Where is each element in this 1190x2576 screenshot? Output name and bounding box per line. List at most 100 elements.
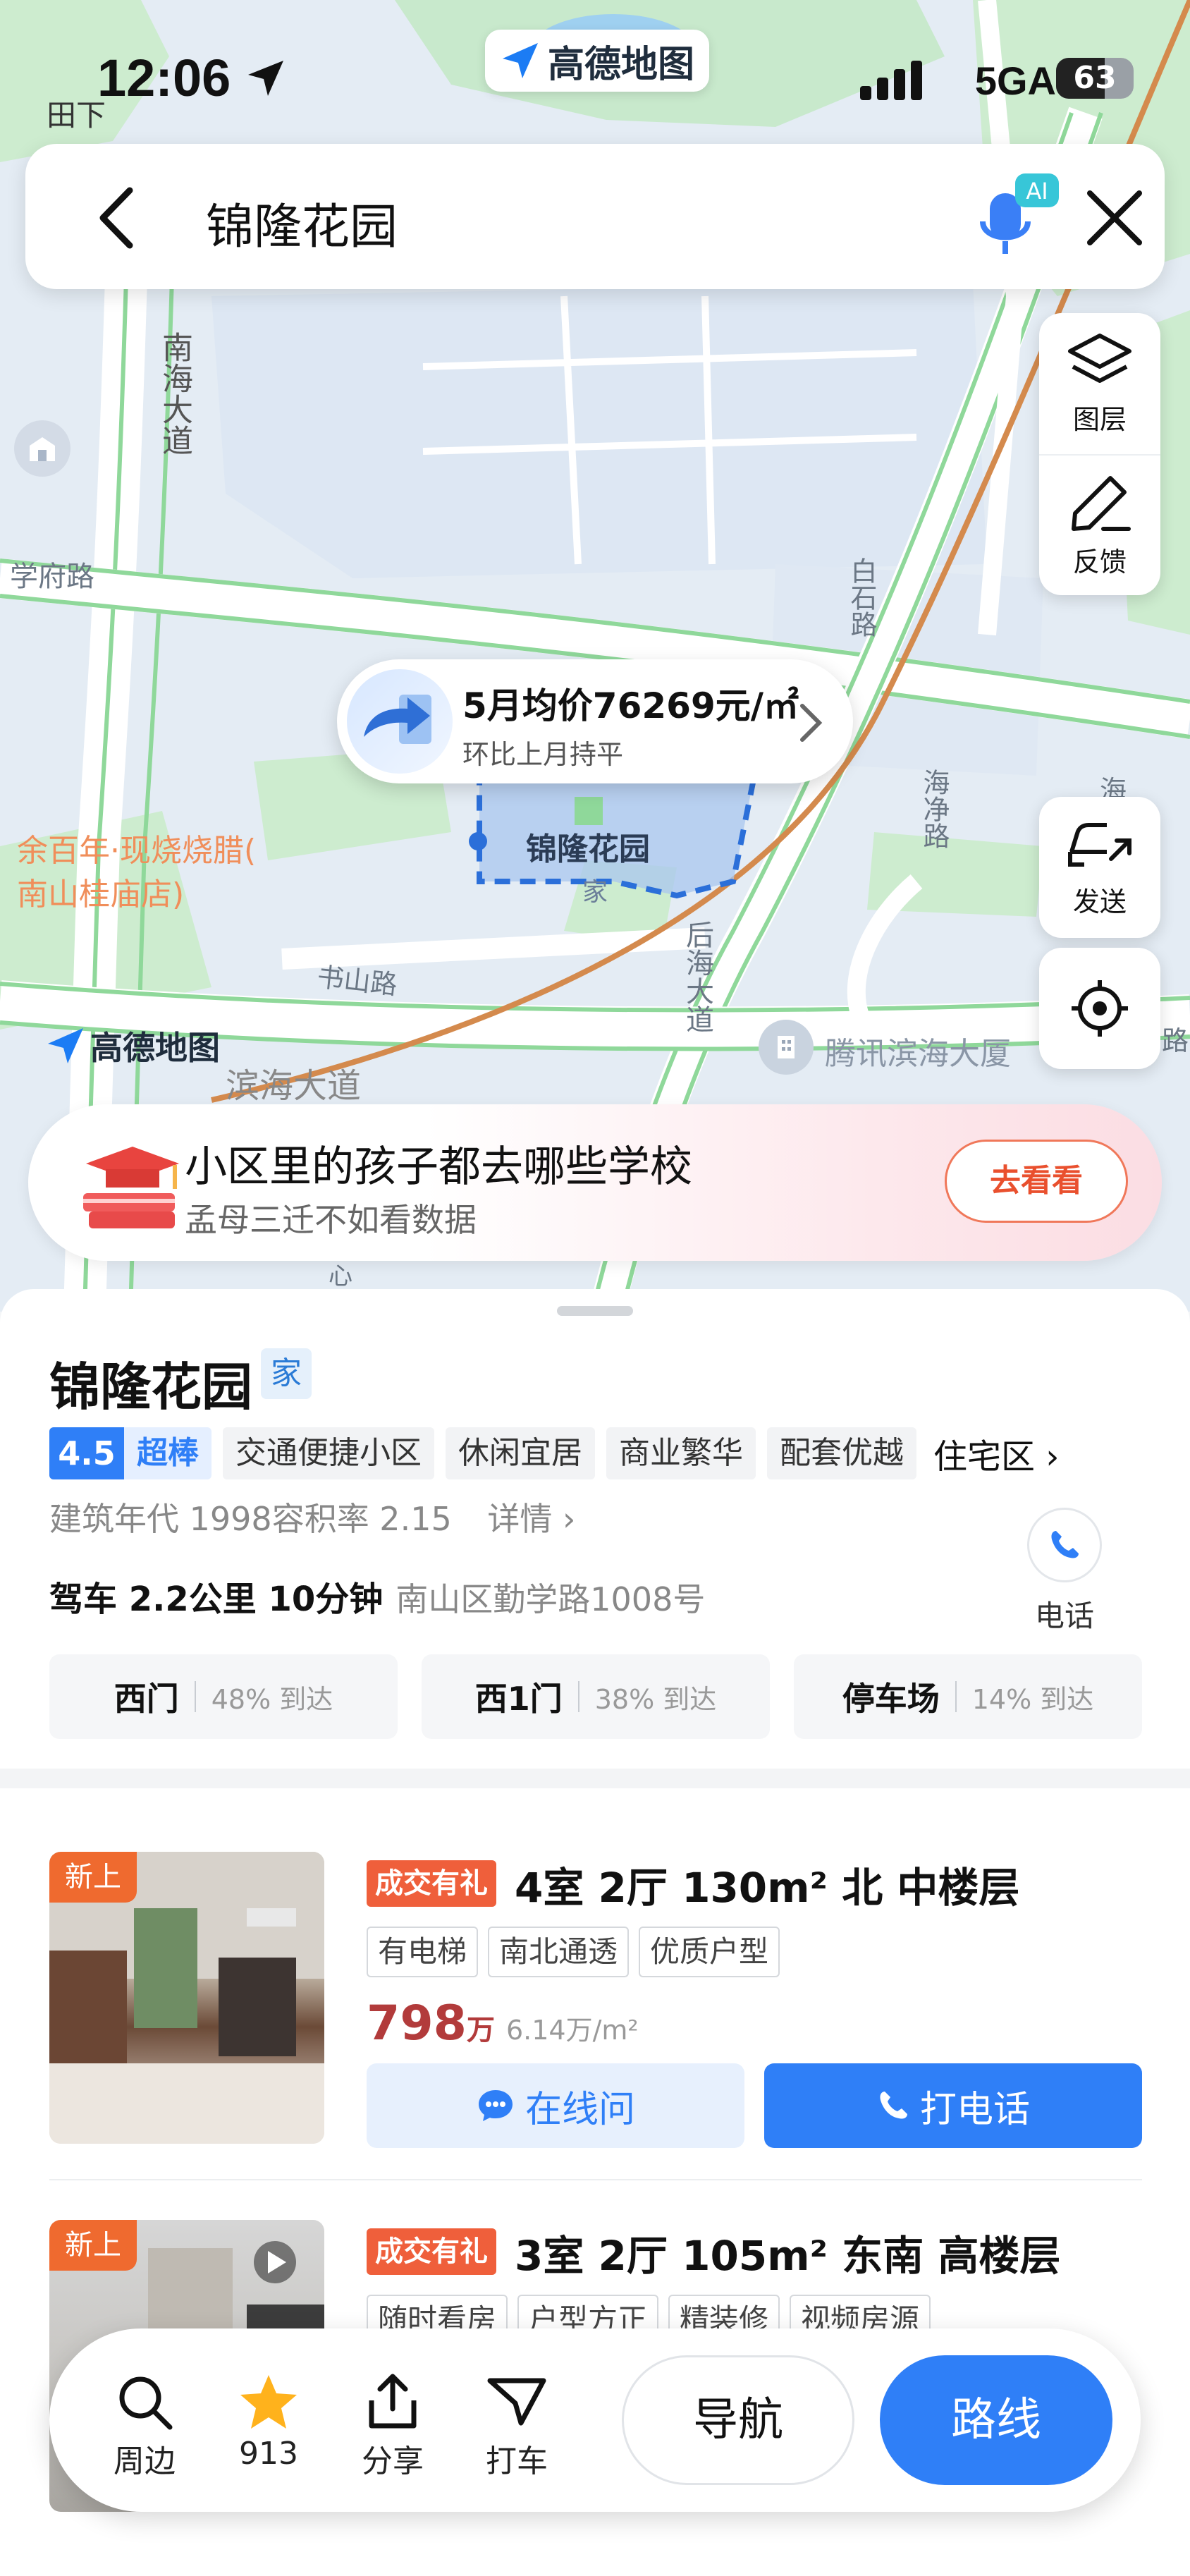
phone-icon (880, 2092, 907, 2119)
tag-row[interactable]: 4.5 超棒 交通便捷小区 休闲宜居 商业繁华 配套优越 住宅区 › (49, 1427, 1059, 1479)
building-icon[interactable] (14, 420, 70, 477)
poi-label-jinlong-garden[interactable]: 锦隆花园 (526, 824, 650, 869)
chat-bubble-icon (478, 2090, 513, 2121)
new-badge: 新上 (49, 2220, 137, 2271)
map-view[interactable]: 田下 南海大道 学府路 白石路 海净路 海 余百年·现烧烧腊( 南山桂庙店) 书… (0, 0, 1190, 1312)
listing-photo[interactable]: 新上 (49, 1852, 324, 2144)
online-ask-label: 在线问 (525, 2088, 635, 2131)
nearby-button[interactable]: 周边 (92, 2368, 197, 2481)
detail-link[interactable]: 详情 › (487, 1500, 575, 1538)
listing-title: 3室 2厅 105m² 东南 高楼层 (515, 2232, 1061, 2280)
bottom-action-bar: 周边 913 分享 打车 导航 路线 (49, 2328, 1141, 2512)
office-building-icon[interactable] (759, 1020, 814, 1075)
map-label-binhai-road: 滨海大道 (226, 1066, 362, 1106)
banner-subtitle: 孟母三迁不如看数据 (185, 1201, 477, 1239)
favorite-button[interactable]: 913 (216, 2368, 321, 2472)
map-label-lu: 路 (1162, 1025, 1189, 1056)
building-info: 建筑年代 1998容积率 2.15 详情 › (49, 1494, 575, 1540)
feedback-button[interactable]: 反馈 (1039, 454, 1160, 595)
price-change: 环比上月持平 (462, 739, 624, 770)
map-label-houhai-road: 后海大道 (681, 920, 713, 1033)
phone-button[interactable]: 电话 (1026, 1508, 1103, 1635)
edit-pencil-icon (1072, 475, 1131, 531)
send-label: 发送 (1072, 886, 1127, 917)
taxi-button[interactable]: 打车 (464, 2368, 570, 2481)
map-label-nanhai-road: 南海大道 (157, 331, 192, 456)
search-bar[interactable]: 锦隆花园 AI (25, 144, 1165, 289)
banner-title: 小区里的孩子都去哪些学校 (185, 1142, 692, 1192)
price-trend-icon (347, 669, 453, 774)
deal-badge: 成交有礼 (367, 1860, 496, 1907)
listing-divider (49, 2179, 1142, 2180)
school-banner[interactable]: 小区里的孩子都去哪些学校 孟母三迁不如看数据 去看看 (28, 1104, 1162, 1261)
online-ask-button[interactable]: 在线问 (367, 2063, 744, 2148)
map-label-shushan-road: 书山路 (315, 961, 399, 1001)
favorite-count: 913 (239, 2436, 298, 2472)
ai-voice-icon[interactable]: AI (977, 169, 1062, 261)
address-text: 南山区勤学路1008号 (395, 1580, 706, 1618)
gate-name: 停车场 (842, 1680, 940, 1718)
map-label-haijing-road: 海净路 (919, 769, 950, 849)
rating-score: 4.5 (49, 1427, 124, 1479)
books-icon (83, 1147, 179, 1228)
poi-label-tencent[interactable]: 腾讯滨海大厦 (825, 1028, 1011, 1073)
locate-panel (1039, 948, 1160, 1069)
star-icon (240, 2375, 297, 2429)
listing-item[interactable]: 新上 成交有礼 4室 2厅 130m² 北 中楼层 有电梯 南北通透 优质户型 … (49, 1852, 1142, 2148)
nearby-label: 周边 (114, 2443, 176, 2479)
poi-label-restaurant[interactable]: 余百年·现烧烧腊( (17, 825, 256, 870)
amap-logo-icon (502, 43, 538, 78)
layers-button[interactable]: 图层 (1039, 313, 1160, 454)
back-arrow-icon[interactable] (89, 186, 145, 250)
car-send-icon (1068, 822, 1131, 867)
route-info: 驾车 2.2公里 10分钟 南山区勤学路1008号 (49, 1571, 705, 1620)
map-label-baishi-road: 白石路 (846, 557, 877, 637)
category-link[interactable]: 住宅区 › (928, 1429, 1059, 1478)
taxi-label: 打车 (486, 2443, 548, 2479)
deal-badge: 成交有礼 (367, 2228, 496, 2275)
locate-me-button[interactable] (1039, 948, 1160, 1069)
price-bubble[interactable]: 5月均价76269元/㎡ 环比上月持平 (337, 659, 853, 783)
layers-icon (1068, 333, 1131, 383)
tag-chip: 商业繁华 (606, 1427, 756, 1479)
search-query-text[interactable]: 锦隆花园 (206, 188, 398, 257)
close-icon[interactable] (1083, 186, 1146, 250)
feature-tag: 有电梯 (367, 1927, 479, 1977)
unit-price: 6.14万/m² (505, 2015, 639, 2046)
map-tools-panel: 图层 反馈 (1039, 313, 1160, 595)
route-button[interactable]: 路线 (880, 2355, 1112, 2485)
send-to-car-button[interactable]: 发送 (1039, 797, 1160, 938)
poi-home-tag: 家 (582, 878, 608, 907)
feature-tag: 优质户型 (639, 1927, 780, 1977)
place-title: 锦隆花园 (49, 1357, 253, 1417)
price-unit: 万 (466, 2014, 495, 2046)
rating-badge[interactable]: 4.5 超棒 (49, 1427, 211, 1479)
call-label: 打电话 (919, 2088, 1030, 2131)
building-info-text: 建筑年代 1998容积率 2.15 (49, 1500, 452, 1538)
rating-word: 超棒 (124, 1427, 211, 1479)
call-button[interactable]: 打电话 (764, 2063, 1142, 2148)
gate-parking[interactable]: 停车场 14% 到达 (794, 1654, 1142, 1739)
sheet-drag-handle[interactable] (557, 1306, 633, 1316)
detail-link-text: 详情 (487, 1500, 553, 1538)
average-price: 5月均价76269元/㎡ (462, 685, 799, 726)
poi-label-restaurant-branch[interactable]: 南山桂庙店) (17, 869, 184, 914)
share-button[interactable]: 分享 (340, 2368, 446, 2481)
map-label-xin: 心 (329, 1262, 352, 1290)
layers-label: 图层 (1072, 403, 1127, 435)
battery-indicator: 63 (1056, 58, 1134, 99)
gate-percent: 38% 到达 (594, 1683, 717, 1715)
share-icon (369, 2374, 417, 2429)
tag-chip: 交通便捷小区 (223, 1427, 434, 1479)
gate-west-1[interactable]: 西1门 38% 到达 (422, 1654, 770, 1739)
chevron-right-icon: › (1045, 1437, 1060, 1477)
crosshair-icon (1072, 980, 1128, 1037)
new-badge: 新上 (49, 1852, 137, 1903)
map-watermark-text: 高德地图 (90, 1029, 220, 1067)
gate-west[interactable]: 西门 48% 到达 (49, 1654, 398, 1739)
navigate-button[interactable]: 导航 (622, 2355, 854, 2485)
svg-text:AI: AI (1026, 178, 1048, 205)
listing-title: 4室 2厅 130m² 北 中楼层 (515, 1864, 1020, 1912)
category-text: 住宅区 (933, 1437, 1036, 1477)
banner-go-button[interactable]: 去看看 (945, 1140, 1128, 1223)
